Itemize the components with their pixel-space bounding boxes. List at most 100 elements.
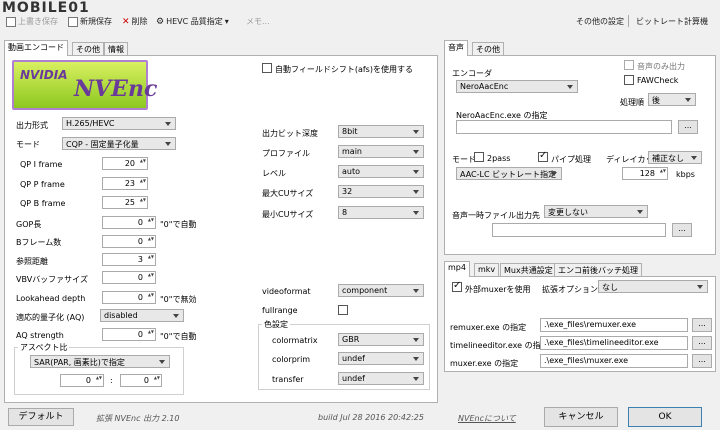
bframes-input[interactable]: 0: [102, 235, 156, 248]
gear-icon: ⚙: [156, 16, 165, 27]
audio-only-checkbox[interactable]: [624, 60, 634, 70]
remuxer-label: remuxer.exe の指定: [450, 323, 527, 332]
fawcheck-checkbox[interactable]: [624, 75, 634, 85]
gop-input[interactable]: 0: [102, 216, 156, 229]
videoformat-select[interactable]: component: [338, 284, 424, 297]
memo-field[interactable]: メモ...: [246, 16, 270, 27]
mode-select[interactable]: CQP - 固定量子化量: [62, 137, 176, 150]
ok-button[interactable]: OK: [628, 407, 702, 427]
aq-select[interactable]: disabled: [100, 309, 184, 322]
save-new-icon: [68, 16, 78, 27]
max-cu-select[interactable]: 32: [338, 185, 424, 198]
qp-i-label: QP I frame: [20, 160, 63, 169]
tab-mux-common[interactable]: Mux共通設定: [500, 263, 557, 277]
output-format-label: 出力形式: [16, 121, 48, 130]
gop-label: GOP長: [16, 220, 42, 229]
version-label: 拡張 NVEnc 出力 2.10: [96, 414, 180, 423]
logo-nvidia-text: NVIDIA: [20, 68, 68, 82]
tab-mkv[interactable]: mkv: [474, 263, 500, 277]
aq-strength-note: "0"で自動: [160, 332, 197, 341]
colormatrix-select[interactable]: GBR: [338, 333, 424, 346]
default-button[interactable]: デフォルト: [8, 408, 74, 426]
tab-batch[interactable]: エンコ前後バッチ処理: [554, 263, 642, 277]
colorprim-select[interactable]: undef: [338, 352, 424, 365]
delete-icon: ✕: [122, 16, 130, 27]
save-default-label: 上書き保存: [18, 17, 58, 26]
twopass-checkbox[interactable]: [474, 152, 484, 162]
bitdepth-select[interactable]: 8bit: [338, 125, 424, 138]
afs-checkbox[interactable]: [262, 63, 272, 73]
logo-nvenc-text: NVEnc: [74, 76, 158, 102]
external-muxer-checkbox[interactable]: [452, 280, 462, 292]
chevron-down-icon: ▾: [224, 17, 229, 26]
tab-audio[interactable]: 音声: [444, 40, 468, 56]
timelineeditor-path[interactable]: .\exe_files\timelineeditor.exe: [540, 336, 688, 350]
remuxer-browse-button[interactable]: ...: [692, 318, 712, 332]
mode-label: モード: [16, 140, 40, 149]
muxer-browse-button[interactable]: ...: [692, 354, 712, 368]
tab-mp4[interactable]: mp4: [444, 261, 470, 277]
ref-label: 参照距離: [16, 257, 48, 266]
temp-dir-path[interactable]: [492, 223, 666, 237]
order-select[interactable]: 後: [648, 93, 696, 106]
profile-label: プロファイル: [262, 149, 310, 158]
audio-encoder-select[interactable]: NeroAacEnc: [456, 80, 578, 93]
transfer-select[interactable]: undef: [338, 372, 424, 385]
aspect-height-input[interactable]: 0: [120, 374, 162, 387]
profile-select[interactable]: main: [338, 145, 424, 158]
lookahead-label: Lookahead depth: [16, 294, 86, 303]
audio-mode-select[interactable]: AAC-LC ビットレート指定: [456, 167, 562, 180]
watermark-logo: MOBILE01: [2, 0, 90, 16]
tab-other[interactable]: その他: [72, 42, 104, 56]
lookahead-note: "0"で無効: [160, 295, 197, 304]
save-new-label: 新規保存: [80, 17, 112, 26]
ext-option-label: 拡張オプション: [542, 285, 598, 294]
cancel-button[interactable]: キャンセル: [544, 407, 618, 427]
other-settings-button[interactable]: その他の設定: [576, 16, 624, 27]
audio-bitrate-input[interactable]: 128: [622, 167, 668, 180]
aspect-width-input[interactable]: 0: [60, 374, 104, 387]
ref-input[interactable]: 3: [102, 253, 156, 266]
aq-strength-label: AQ strength: [16, 331, 64, 340]
fullrange-checkbox[interactable]: [338, 305, 348, 315]
aq-strength-input[interactable]: 0: [102, 328, 156, 341]
muxer-label: muxer.exe の指定: [450, 359, 519, 368]
aspect-mode-select[interactable]: SAR(PAR, 画素比)で指定: [30, 355, 170, 368]
muxer-path[interactable]: .\exe_files\muxer.exe: [540, 354, 688, 368]
delete-label: 削除: [131, 17, 148, 26]
vbv-input[interactable]: 0: [102, 271, 156, 284]
audio-exe-path[interactable]: [456, 120, 672, 134]
max-cu-label: 最大CUサイズ: [262, 189, 314, 198]
about-link[interactable]: NVEncについて: [458, 413, 516, 424]
qp-p-input[interactable]: 23: [102, 177, 148, 190]
temp-dir-browse-button[interactable]: ...: [672, 223, 692, 237]
kbps-label: kbps: [676, 170, 695, 179]
tab-audio-other[interactable]: その他: [472, 42, 504, 56]
delete-button[interactable]: ✕ 削除: [122, 16, 148, 27]
level-select[interactable]: auto: [338, 165, 424, 178]
bitrate-calc-button[interactable]: ビットレート計算機: [636, 16, 708, 27]
qp-p-label: QP P frame: [20, 180, 65, 189]
qp-i-input[interactable]: 20: [102, 157, 148, 170]
output-format-select[interactable]: H.265/HEVC: [62, 117, 176, 130]
tab-video-encode[interactable]: 動画エンコード: [4, 40, 68, 56]
save-new-button[interactable]: 新規保存: [68, 16, 112, 27]
preset-label: HEVC 品質指定: [166, 17, 223, 26]
timelineeditor-browse-button[interactable]: ...: [692, 336, 712, 350]
remuxer-path[interactable]: .\exe_files\remuxer.exe: [540, 318, 688, 332]
ext-option-select[interactable]: なし: [598, 280, 708, 293]
temp-dir-select[interactable]: 変更しない: [544, 205, 648, 218]
other-settings-label: その他の設定: [576, 17, 624, 26]
tab-info[interactable]: 情報: [104, 42, 128, 56]
save-icon: [6, 16, 16, 27]
gop-note: "0"で自動: [160, 220, 197, 229]
audio-exe-browse-button[interactable]: ...: [678, 120, 698, 134]
pipe-checkbox[interactable]: [538, 150, 548, 162]
lookahead-input[interactable]: 0: [102, 291, 156, 304]
twopass-label: 2pass: [487, 154, 511, 163]
preset-dropdown[interactable]: ⚙ HEVC 品質指定 ▾: [156, 16, 229, 27]
delay-cut-select[interactable]: 補正なし: [648, 151, 702, 164]
min-cu-select[interactable]: 8: [338, 206, 424, 219]
qp-b-input[interactable]: 25: [102, 196, 148, 209]
save-default-button[interactable]: 上書き保存: [6, 16, 58, 27]
